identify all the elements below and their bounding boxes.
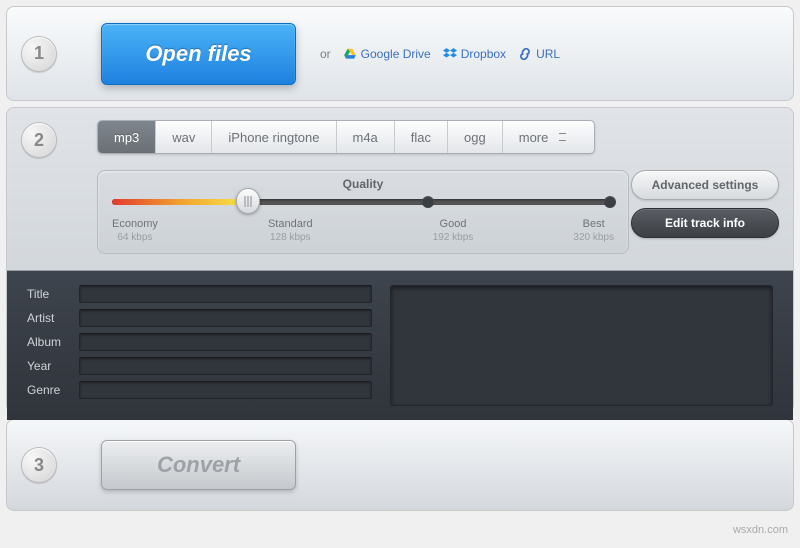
- artist-label: Artist: [27, 311, 79, 325]
- quality-label-best: Best 320 kbps: [573, 217, 614, 244]
- step-badge-2: 2: [21, 122, 57, 158]
- edit-track-info-button[interactable]: Edit track info: [631, 208, 779, 238]
- quality-labels: Economy 64 kbps Standard 128 kbps Good 1…: [112, 217, 614, 244]
- year-label: Year: [27, 359, 79, 373]
- quality-tick-economy: [110, 196, 122, 208]
- format-tab-flac[interactable]: flac: [395, 121, 448, 153]
- album-label: Album: [27, 335, 79, 349]
- google-drive-icon: [343, 47, 357, 61]
- open-files-button[interactable]: Open files: [101, 23, 296, 85]
- step-3-panel: 3 Convert: [6, 419, 794, 511]
- quality-slider-fill: [112, 199, 248, 205]
- step-badge-3: 3: [21, 447, 57, 483]
- url-label: URL: [536, 47, 560, 61]
- step-2-panel: 2 mp3 wav iPhone ringtone m4a flac ogg m…: [6, 107, 794, 413]
- genre-input[interactable]: [79, 381, 372, 399]
- format-tabs: mp3 wav iPhone ringtone m4a flac ogg mor…: [97, 120, 595, 154]
- format-tab-m4a[interactable]: m4a: [337, 121, 395, 153]
- quality-title: Quality: [112, 177, 614, 191]
- format-tab-mp3[interactable]: mp3: [98, 121, 156, 153]
- quality-label-economy: Economy 64 kbps: [112, 217, 158, 244]
- watermark: wsxdn.com: [733, 524, 788, 536]
- album-art-box[interactable]: [390, 285, 773, 406]
- convert-button[interactable]: Convert: [101, 440, 296, 490]
- artist-input[interactable]: [79, 309, 372, 327]
- open-alternatives: or Google Drive Dropbox URL: [320, 47, 560, 61]
- track-info-panel: Title Artist Album Year Genre: [7, 270, 793, 420]
- dropbox-link[interactable]: Dropbox: [443, 47, 506, 61]
- title-input[interactable]: [79, 285, 372, 303]
- google-drive-link[interactable]: Google Drive: [343, 47, 431, 61]
- quality-slider-thumb[interactable]: [236, 188, 260, 214]
- google-drive-label: Google Drive: [361, 47, 431, 61]
- advanced-settings-button[interactable]: Advanced settings: [631, 170, 779, 200]
- format-tab-wav[interactable]: wav: [156, 121, 212, 153]
- quality-tick-best: [604, 196, 616, 208]
- url-link[interactable]: URL: [518, 47, 560, 61]
- format-tab-ringtone[interactable]: iPhone ringtone: [212, 121, 336, 153]
- format-tab-ogg[interactable]: ogg: [448, 121, 503, 153]
- quality-box: Quality Economy 64 kbps Standard 128 kbp…: [97, 170, 629, 254]
- track-info-fields: Title Artist Album Year Genre: [27, 285, 372, 406]
- dropbox-icon: [443, 47, 457, 61]
- album-input[interactable]: [79, 333, 372, 351]
- step-1-panel: 1 Open files or Google Drive Dropbox URL: [6, 6, 794, 101]
- quality-label-standard: Standard 128 kbps: [268, 217, 313, 244]
- title-label: Title: [27, 287, 79, 301]
- genre-label: Genre: [27, 383, 79, 397]
- quality-tick-good: [422, 196, 434, 208]
- format-tab-more[interactable]: more: [503, 121, 577, 153]
- year-input[interactable]: [79, 357, 372, 375]
- quality-label-good: Good 192 kbps: [433, 217, 474, 244]
- step-badge-1: 1: [21, 36, 57, 72]
- quality-slider-track[interactable]: [112, 199, 614, 205]
- or-label: or: [320, 47, 331, 61]
- link-icon: [518, 47, 532, 61]
- dropbox-label: Dropbox: [461, 47, 506, 61]
